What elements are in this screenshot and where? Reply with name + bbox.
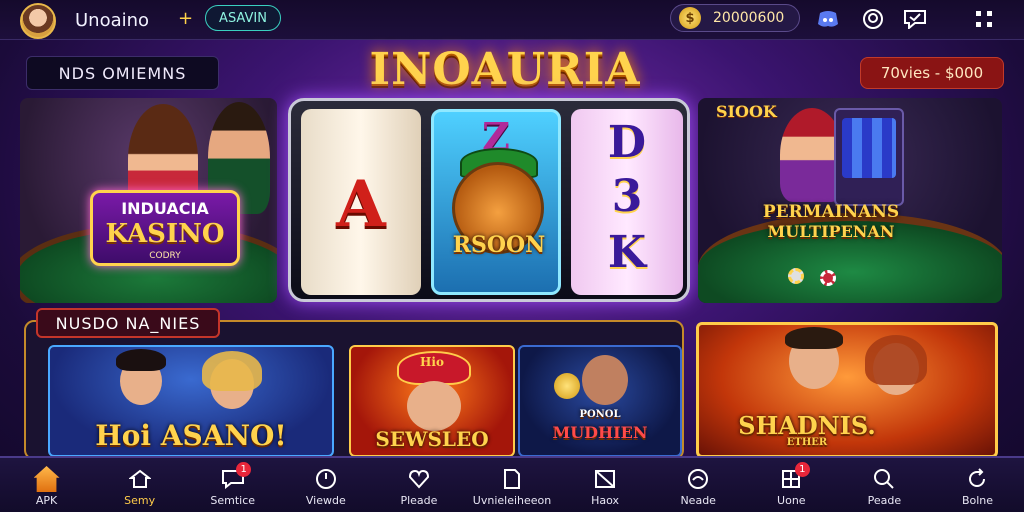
- house-outline-icon: [127, 466, 153, 492]
- notification-badge: 1: [236, 462, 252, 477]
- nav-label: Semtice: [210, 494, 256, 507]
- nav-label: Bolne: [961, 494, 994, 507]
- reel-3-bottom-symbol: K: [607, 227, 647, 278]
- nav-item-haox[interactable]: Haox: [559, 458, 652, 512]
- avatar[interactable]: [20, 3, 56, 39]
- nav-label: Pleade: [400, 494, 438, 507]
- mini-slot-screen: [842, 118, 896, 178]
- nav-item-peade[interactable]: Peade: [838, 458, 931, 512]
- game-card-3[interactable]: PONOL MUDHIEN: [518, 345, 682, 457]
- game-card-1-title: Hoi ASANO!: [95, 419, 287, 452]
- nav-label: Haox: [591, 494, 620, 507]
- refresh-icon: [964, 466, 990, 492]
- multi-line2: MULTIPENAN: [767, 222, 895, 241]
- bottom-nav: APK Semy 1 Semtice Viewde Pleade Uvniele…: [0, 456, 1024, 512]
- kasino-game-card[interactable]: INDUACIA KASINO CODRY: [20, 98, 277, 303]
- reel-1-symbol: A: [336, 167, 386, 242]
- nav-label: Semy: [124, 494, 156, 507]
- notification-badge: 1: [794, 462, 810, 477]
- promo-tag-right[interactable]: 70vies - $000: [860, 57, 1004, 89]
- nav-item-semy[interactable]: Semy: [93, 458, 186, 512]
- game-card-2[interactable]: Hio SEWSLEO: [349, 345, 515, 457]
- nav-item-pleade[interactable]: Pleade: [372, 458, 465, 512]
- reel-3-top-symbol: D: [607, 117, 647, 168]
- chat-icon[interactable]: [903, 7, 927, 31]
- game-card-3-title: MUDHIEN: [552, 423, 648, 442]
- game-card-3-subtitle: PONOL: [579, 409, 621, 420]
- player-hair: [865, 335, 927, 385]
- add-button[interactable]: +: [178, 8, 193, 29]
- chip-icon: [820, 270, 836, 286]
- player-head: [582, 355, 628, 405]
- reel-3: D 3 K: [571, 109, 683, 295]
- slot-machine[interactable]: A Z RSOON D 3 K: [288, 98, 690, 302]
- page-title: INOAURIA: [369, 44, 641, 95]
- game-card-4-subtitle: ETHER: [786, 437, 828, 448]
- menu-icon[interactable]: [972, 7, 996, 31]
- promo-tag-left[interactable]: NDS OMIEMNS: [26, 56, 219, 90]
- brand-name: Unoaino: [75, 10, 150, 31]
- casino-app: Unoaino + ASAVIN $ 20000600 NDS OMIEMNS …: [0, 0, 1024, 512]
- discord-icon[interactable]: [816, 7, 840, 31]
- box-icon: [592, 466, 618, 492]
- nav-label: Peade: [867, 494, 902, 507]
- chip-icon: [788, 268, 804, 284]
- multiplayer-game-card[interactable]: SIOOK PERMAINANS MULTIPENAN: [698, 98, 1002, 303]
- reel-2-label: RSOON: [452, 232, 546, 258]
- nav-label: Uvnieleiheeon: [472, 494, 552, 507]
- reel-3-mid-symbol: 3: [611, 171, 643, 222]
- mini-slot-machine: [834, 108, 904, 206]
- nav-label: Neade: [680, 494, 716, 507]
- player-hair: [785, 327, 843, 349]
- multi-line1: PERMAINANS: [762, 202, 900, 222]
- document-icon: [499, 466, 525, 492]
- coin-icon: $: [679, 7, 701, 29]
- nav-item-apk[interactable]: APK: [0, 458, 93, 512]
- section-label: NUSDO NA_NIES: [36, 308, 220, 338]
- nav-item-bolne[interactable]: Bolne: [931, 458, 1024, 512]
- nav-item-semtice[interactable]: 1 Semtice: [186, 458, 279, 512]
- game-card-1[interactable]: Hoi ASANO!: [48, 345, 334, 457]
- kasino-line2: KASINO: [105, 219, 225, 249]
- multi-logo: SIOOK: [716, 102, 777, 121]
- coin-balance[interactable]: $ 20000600: [670, 4, 800, 32]
- clock-icon: [313, 466, 339, 492]
- nav-label: APK: [35, 494, 58, 507]
- user-id-badge[interactable]: ASAVIN: [205, 5, 281, 31]
- coin-icon: [554, 373, 580, 399]
- top-bar: Unoaino + ASAVIN $ 20000600: [0, 0, 1024, 40]
- coin-amount: 20000600: [713, 10, 785, 26]
- bell-icon[interactable]: [861, 7, 885, 31]
- game-card-4-title: SHADNIS.: [738, 411, 876, 440]
- player-head: [407, 381, 461, 431]
- nav-item-neade[interactable]: Neade: [652, 458, 745, 512]
- kasino-line3: CODRY: [149, 251, 181, 261]
- search-icon: [871, 466, 897, 492]
- home-icon: [33, 466, 60, 492]
- heart-icon: [406, 466, 432, 492]
- nav-label: Uone: [777, 494, 806, 507]
- hat-label: Hio: [420, 355, 444, 369]
- game-card-4[interactable]: SHADNIS. ETHER: [696, 322, 998, 458]
- kasino-line1: INDUACIA: [121, 199, 209, 218]
- game-card-2-title: SEWSLEO: [375, 427, 489, 451]
- nav-item-uvnie[interactable]: Uvnieleiheeon: [465, 458, 558, 512]
- nav-label: Viewde: [305, 494, 346, 507]
- player-hair: [202, 351, 262, 391]
- kasino-badge: INDUACIA KASINO CODRY: [90, 190, 240, 266]
- player-hair: [116, 349, 166, 371]
- multi-label: PERMAINANS MULTIPENAN: [736, 202, 926, 242]
- reel-2: Z RSOON: [431, 109, 561, 295]
- circle-icon: [685, 466, 711, 492]
- nav-item-uone[interactable]: 1 Uone: [745, 458, 838, 512]
- reel-1: A: [301, 109, 421, 295]
- nav-item-viewde[interactable]: Viewde: [279, 458, 372, 512]
